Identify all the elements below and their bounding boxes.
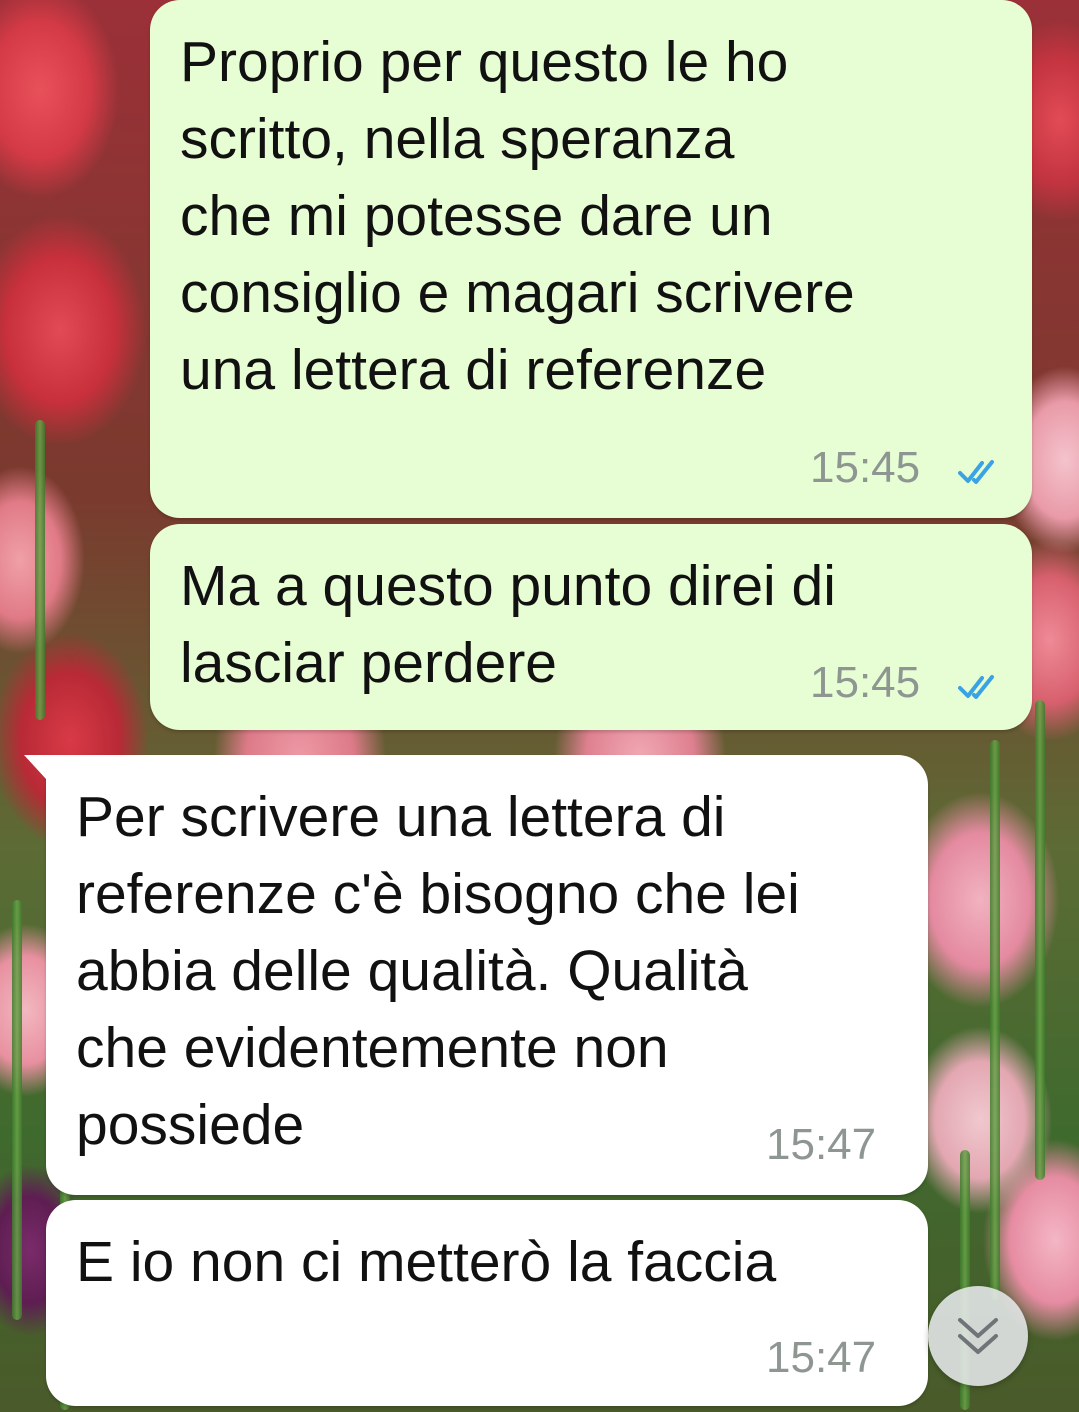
message-text: Ma a questo punto direi di lasciar perde… bbox=[180, 554, 836, 695]
double-check-read-icon bbox=[958, 460, 994, 484]
double-chevron-down-icon bbox=[958, 1318, 998, 1354]
wallpaper-stem bbox=[990, 740, 1000, 1300]
wallpaper-stem bbox=[35, 420, 45, 720]
message-timestamp: 15:47 bbox=[766, 1333, 877, 1382]
message-timestamp: 15:45 bbox=[810, 658, 921, 707]
scroll-to-bottom-button[interactable] bbox=[928, 1286, 1028, 1386]
message-bubble-incoming[interactable]: E io non ci metterò la faccia 15:47 bbox=[46, 1200, 928, 1406]
message-bubble-outgoing[interactable]: Ma a questo punto direi di lasciar perde… bbox=[150, 524, 1032, 730]
message-bubble-outgoing[interactable]: Proprio per questo le ho scritto, nella … bbox=[150, 0, 1032, 518]
message-text: Proprio per questo le ho scritto, nella … bbox=[180, 30, 855, 402]
bubble-tail bbox=[24, 755, 46, 779]
message-text: Per scrivere una lettera di referenze c'… bbox=[76, 785, 800, 1157]
message-timestamp: 15:45 bbox=[810, 443, 921, 492]
wallpaper-stem bbox=[1035, 700, 1045, 1180]
message-bubble-incoming[interactable]: Per scrivere una lettera di referenze c'… bbox=[24, 755, 928, 1195]
wallpaper-stem bbox=[12, 900, 22, 1320]
double-check-read-icon bbox=[958, 675, 994, 699]
message-text: E io non ci metterò la faccia bbox=[76, 1230, 777, 1294]
message-timestamp: 15:47 bbox=[766, 1120, 877, 1169]
